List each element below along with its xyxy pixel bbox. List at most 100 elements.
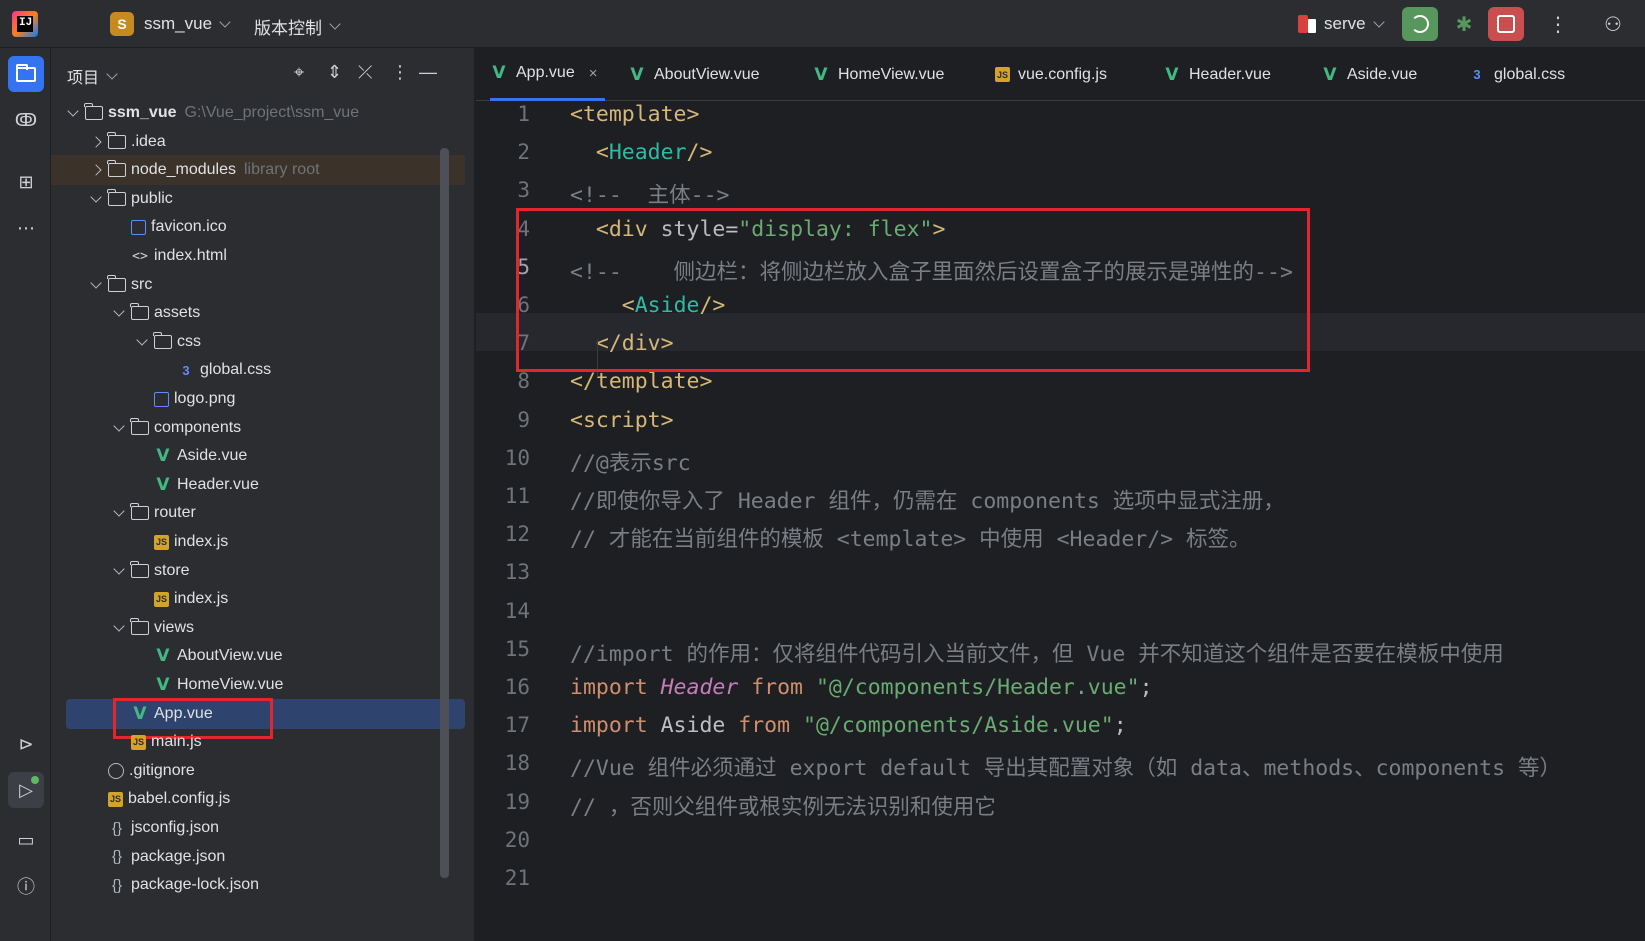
chevron-down-icon[interactable]	[111, 511, 127, 515]
tree-item[interactable]: V HomeView.vue	[51, 670, 465, 700]
vcs-menu[interactable]: 版本控制	[254, 14, 341, 39]
more-options-icon[interactable]: ⋮	[1548, 12, 1568, 37]
problems-tool-button[interactable]: ⓘ	[8, 868, 44, 904]
debug-icon[interactable]: ✱	[1452, 12, 1476, 36]
tree-item[interactable]: V AboutView.vue	[51, 641, 465, 671]
tree-item-label: ssm_vue	[108, 104, 177, 121]
expand-all-icon[interactable]: ⇕	[327, 62, 342, 83]
tree-item[interactable]: node_modules library root	[51, 155, 465, 186]
tree-item[interactable]: V Header.vue	[51, 470, 465, 500]
tree-item[interactable]: views	[51, 613, 465, 643]
terminal-tool-button[interactable]: ▭	[8, 822, 44, 858]
editor-tab[interactable]: V HomeView.vue	[812, 48, 944, 101]
tree-item-label: AboutView.vue	[177, 647, 283, 665]
collapse-all-icon[interactable]: ⤫	[358, 62, 372, 83]
run-config-selector[interactable]: serve	[1324, 14, 1385, 34]
locate-file-icon[interactable]: ⌖	[294, 62, 304, 83]
code-token: //@表示src	[570, 450, 691, 476]
chevron-right-icon[interactable]	[88, 166, 104, 174]
rerun-button[interactable]	[1402, 7, 1438, 41]
chevron-down-icon[interactable]	[88, 197, 104, 201]
editor-tab[interactable]: 3 global.css	[1468, 48, 1565, 101]
tree-item[interactable]: assets	[51, 298, 465, 328]
tree-scrollbar[interactable]	[440, 148, 449, 878]
editor-tab[interactable]: V Aside.vue	[1321, 48, 1417, 101]
tree-item-label: package.json	[131, 847, 226, 865]
tree-item[interactable]: JS index.js	[51, 584, 465, 614]
tree-item[interactable]: components	[51, 413, 465, 443]
chevron-down-icon[interactable]	[65, 111, 81, 115]
project-panel-header[interactable]: 项目	[67, 64, 118, 88]
project-tool-button[interactable]	[8, 56, 44, 92]
tree-item[interactable]: {} package.json	[51, 842, 465, 872]
chevron-right-icon[interactable]	[88, 138, 104, 146]
stop-button[interactable]	[1488, 7, 1524, 41]
js-icon: JS	[154, 591, 169, 607]
chevron-down-icon[interactable]	[134, 340, 150, 344]
line-number: 17	[504, 713, 530, 738]
tree-item[interactable]: <> index.html	[51, 241, 465, 271]
code-token: from	[738, 675, 816, 700]
tree-item-label: assets	[154, 304, 201, 322]
npm-config-icon	[1298, 15, 1316, 33]
close-icon[interactable]: ×	[589, 65, 598, 82]
tree-item[interactable]: .idea	[51, 127, 465, 157]
commit-icon: ↂ	[14, 109, 38, 130]
editor-tab[interactable]: V Header.vue	[1163, 48, 1271, 101]
project-panel: 项目 ⌖ ⇕ ⤫ ⋮ — ssm_vue G:\Vue_project\ssm_v…	[51, 48, 475, 941]
chevron-down-icon[interactable]	[88, 283, 104, 287]
chevron-down-icon[interactable]	[111, 626, 127, 630]
code-line: <script>	[570, 408, 674, 433]
options-icon[interactable]: ⋮	[391, 62, 409, 83]
tree-item[interactable]: logo.png	[51, 384, 465, 414]
image-icon	[154, 391, 169, 407]
tree-item[interactable]: css	[51, 327, 465, 357]
intellij-logo-icon[interactable]: IJ	[12, 11, 38, 37]
code-token: ;	[1113, 713, 1127, 739]
tree-item[interactable]: V Aside.vue	[51, 441, 465, 471]
tree-item[interactable]: router	[51, 498, 465, 528]
add-user-icon[interactable]: ⚇	[1604, 12, 1622, 37]
project-panel-title: 项目	[67, 70, 100, 87]
chevron-down-icon[interactable]	[111, 311, 127, 315]
editor-tab[interactable]: V App.vue ×	[490, 48, 606, 101]
editor-tab-label: vue.config.js	[1018, 65, 1107, 83]
tree-item[interactable]: JS babel.config.js	[51, 784, 465, 814]
line-number: 12	[504, 522, 530, 547]
folder-icon	[107, 274, 126, 292]
project-badge[interactable]: S	[110, 12, 134, 36]
line-number: 11	[504, 484, 530, 508]
tree-item[interactable]: {} package-lock.json	[51, 870, 465, 900]
run-tool-button[interactable]: ▷	[8, 772, 44, 808]
vue-icon: V	[1165, 64, 1179, 85]
structure-icon: ⊞	[18, 171, 34, 192]
services-tool-button[interactable]: ⊳	[8, 726, 44, 762]
code-token: "@/components/Header.vue"	[815, 675, 1140, 700]
tree-item[interactable]: public	[51, 184, 465, 214]
json-icon: {}	[111, 848, 123, 866]
tree-item-label: package-lock.json	[131, 876, 260, 894]
folder-icon	[130, 303, 149, 321]
tree-item[interactable]: 3 global.css	[51, 355, 465, 385]
tree-item[interactable]: {} jsconfig.json	[51, 813, 465, 843]
tree-item[interactable]: src	[51, 270, 465, 300]
vue-icon: V	[492, 63, 506, 83]
project-switcher[interactable]: ssm_vue	[144, 14, 231, 34]
line-number: 8	[517, 369, 530, 394]
tree-item[interactable]: JS index.js	[51, 527, 465, 557]
commit-tool-button[interactable]: ↂ	[8, 102, 44, 138]
structure-tool-button[interactable]: ⊞	[8, 164, 44, 200]
hide-panel-icon[interactable]: —	[419, 62, 437, 83]
tree-item[interactable]: .gitignore	[51, 756, 465, 786]
line-number: 19	[504, 789, 530, 814]
more-tools-button[interactable]: ⋯	[8, 210, 44, 246]
chevron-down-icon[interactable]	[111, 426, 127, 430]
tree-item[interactable]: favicon.ico	[51, 212, 465, 242]
editor-tab[interactable]: JS vue.config.js	[995, 48, 1107, 101]
chevron-down-icon[interactable]	[111, 569, 127, 573]
main-menu-icon[interactable]	[62, 14, 84, 34]
tree-item[interactable]: ssm_vue G:\Vue_project\ssm_vue	[51, 98, 465, 128]
editor-tab-label: Header.vue	[1189, 65, 1271, 83]
tree-item[interactable]: store	[51, 556, 465, 586]
editor-tab[interactable]: V AboutView.vue	[628, 48, 759, 101]
